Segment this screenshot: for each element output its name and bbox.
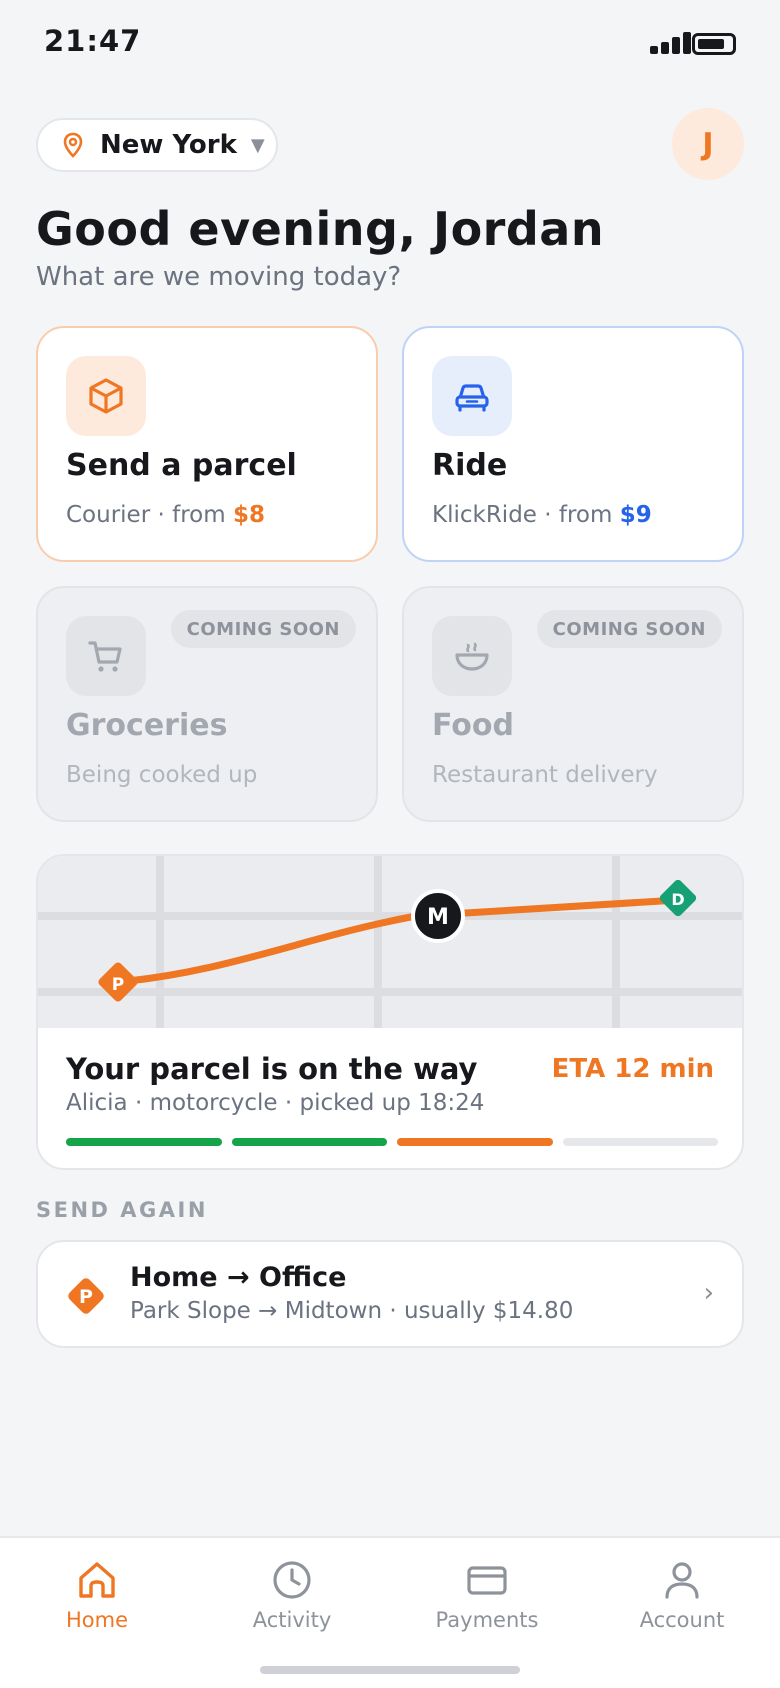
tab-label: Payments — [435, 1608, 539, 1632]
tab-label: Account — [639, 1608, 725, 1632]
tab-home[interactable]: Home — [12, 1558, 182, 1632]
chevron-right-icon: › — [703, 1278, 714, 1308]
parcel-pin-icon: P — [68, 1278, 104, 1314]
tab-label: Home — [65, 1608, 128, 1632]
coming-soon-badge: COMING SOON — [170, 610, 356, 648]
bowl-icon — [432, 616, 512, 696]
status-time: 21:47 — [44, 24, 142, 58]
cart-icon — [66, 616, 146, 696]
service-price: $8 — [232, 502, 265, 528]
tab-activity[interactable]: Activity — [207, 1558, 377, 1632]
location-pin-icon — [63, 132, 83, 158]
svg-text:P: P — [112, 975, 124, 995]
tab-label: Activity — [252, 1608, 332, 1632]
status-bar: 21:47 — [0, 0, 780, 90]
progress-step — [562, 1138, 718, 1146]
progress-step — [66, 1138, 222, 1146]
send-parcel-card[interactable]: Send a parcel Courier · from $8 — [36, 326, 378, 562]
tracking-details: Alicia · motorcycle · picked up 18:24 — [66, 1090, 485, 1116]
clock-icon — [273, 1561, 311, 1599]
city-name: New York — [100, 130, 237, 160]
route-subtitle: Park Slope → Midtown · usually $14.80 — [130, 1298, 574, 1324]
home-icon — [79, 1562, 115, 1598]
parcel-tracking-card[interactable]: P D M Your parcel is on the way ETA 12 m… — [36, 854, 744, 1170]
person-icon — [665, 1562, 699, 1599]
tab-payments[interactable]: Payments — [402, 1558, 572, 1632]
delivery-progress — [66, 1138, 718, 1146]
eta-label: ETA 12 min — [551, 1054, 714, 1084]
coming-soon-badge: COMING SOON — [536, 610, 722, 648]
progress-step — [231, 1138, 387, 1146]
home-indicator — [260, 1666, 520, 1674]
page-title: Good evening, Jordan — [36, 202, 605, 256]
service-title: Send a parcel — [66, 448, 297, 483]
tab-account[interactable]: Account — [597, 1558, 767, 1632]
route-map: P D M — [38, 856, 742, 1028]
service-subtitle: Restaurant delivery — [432, 762, 658, 788]
section-label: SEND AGAIN — [36, 1198, 208, 1222]
food-card: COMING SOON Food Restaurant delivery — [402, 586, 744, 822]
service-title: Food — [432, 708, 514, 743]
service-subtitle: KlickRide · from $9 — [432, 502, 652, 528]
svg-text:M: M — [427, 905, 449, 930]
service-title: Ride — [432, 448, 508, 483]
service-subtitle: Being cooked up — [66, 762, 258, 788]
service-price: $9 — [619, 502, 652, 528]
city-selector[interactable]: New York ▼ — [36, 118, 278, 172]
send-again-item[interactable]: P Home → Office Park Slope → Midtown · u… — [36, 1240, 744, 1348]
route-title: Home → Office — [130, 1262, 347, 1293]
car-icon — [432, 356, 512, 436]
page-subtitle: What are we moving today? — [36, 262, 402, 292]
avatar[interactable]: J — [672, 108, 744, 180]
svg-text:D: D — [671, 890, 684, 909]
progress-step — [397, 1138, 553, 1146]
chevron-down-icon: ▼ — [250, 134, 265, 156]
groceries-card: COMING SOON Groceries Being cooked up — [36, 586, 378, 822]
card-icon — [467, 1566, 507, 1595]
battery-icon — [692, 33, 736, 55]
ride-card[interactable]: Ride KlickRide · from $9 — [402, 326, 744, 562]
courier-marker: M — [411, 889, 465, 943]
service-subtitle: Courier · from $8 — [66, 502, 265, 528]
service-title: Groceries — [66, 708, 228, 743]
box-icon — [66, 356, 146, 436]
svg-text:P: P — [79, 1286, 93, 1308]
tracking-title: Your parcel is on the way — [66, 1052, 478, 1086]
